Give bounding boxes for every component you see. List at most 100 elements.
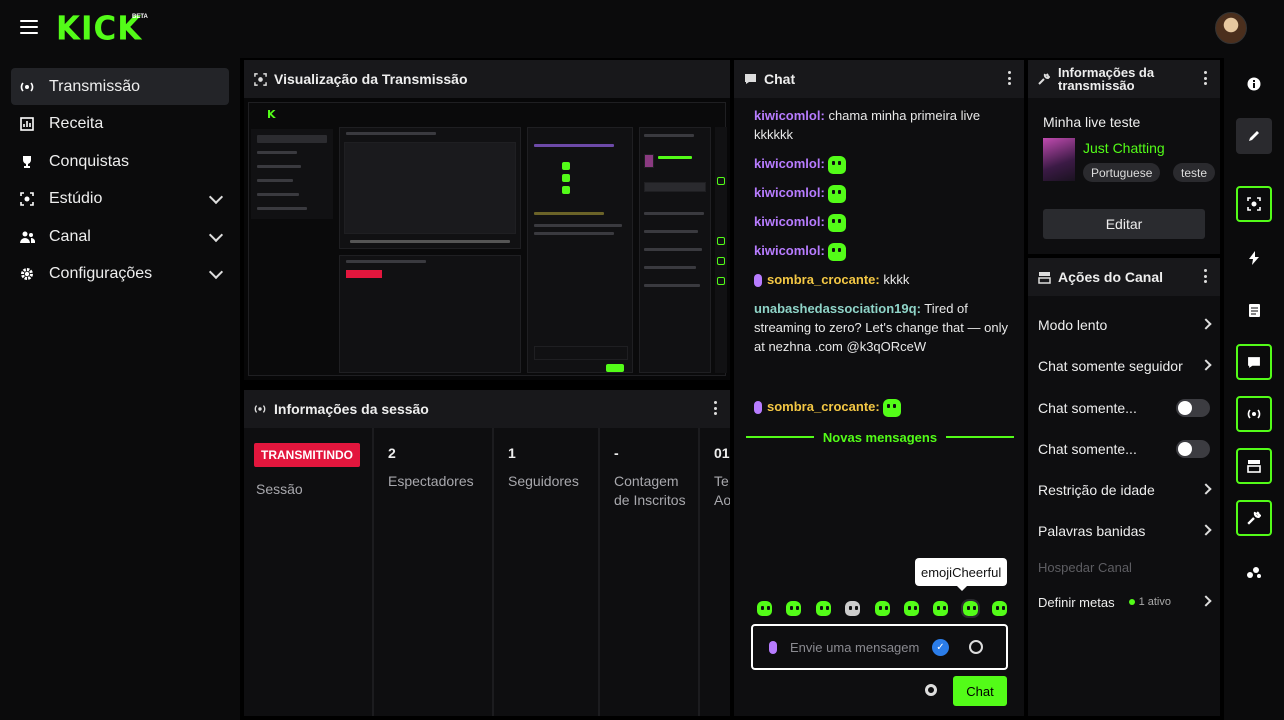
chevron-down-icon[interactable]	[208, 264, 224, 280]
chat-username[interactable]: unabashedassociation19q	[754, 301, 917, 316]
notes-icon[interactable]	[1236, 292, 1272, 328]
chat-input[interactable]	[790, 639, 930, 655]
emote-icon[interactable]	[845, 600, 861, 616]
chat-username[interactable]: kiwicomlol	[754, 214, 820, 229]
camera-icon[interactable]	[1236, 186, 1272, 222]
sidebar-item-label: Conquistas	[49, 152, 130, 170]
sidebar-item-label: Transmissão	[49, 77, 140, 95]
sidebar-item-receita[interactable]: Receita	[11, 105, 229, 142]
cut-value: 01	[714, 445, 730, 461]
action-label: Restrição de idade	[1038, 482, 1155, 498]
wrench-icon[interactable]	[1236, 500, 1272, 536]
sidebar-item-label: Configurações	[49, 264, 153, 282]
chat-username[interactable]: kiwicomlol	[754, 185, 820, 200]
stream-preview[interactable]: K	[244, 98, 730, 380]
emote-icon[interactable]	[874, 600, 890, 616]
emote-icon[interactable]	[815, 600, 831, 616]
status-badge: TRANSMITINDO	[254, 443, 360, 467]
toggle-switch[interactable]	[1176, 399, 1210, 417]
emote-icon	[828, 184, 847, 203]
chat-settings-icon[interactable]	[925, 684, 937, 696]
chevron-down-icon[interactable]	[208, 189, 224, 205]
lightning-icon[interactable]	[1236, 240, 1272, 276]
chat-message: sombra_crocante: kkkk	[754, 270, 1009, 289]
session-header: Informações da sessão	[244, 390, 730, 428]
action-set-goals[interactable]: Definir metas 1 ativo	[1038, 592, 1212, 612]
chat-icon[interactable]	[1236, 344, 1272, 380]
chat-message: unabashedassociation19q: Tired of stream…	[754, 301, 1008, 354]
sidebar-item-transmissao[interactable]: Transmissão	[11, 68, 229, 105]
action-label: Chat somente...	[1038, 400, 1137, 416]
emoji-picker-icon[interactable]	[969, 640, 983, 654]
apps-icon[interactable]	[1236, 554, 1272, 590]
preview-mini-sidebar	[251, 129, 333, 219]
menu-icon[interactable]	[20, 20, 38, 34]
session-menu-icon[interactable]	[714, 401, 718, 415]
chat-input-box[interactable]: ✓	[751, 624, 1008, 670]
sidebar-item-estudio[interactable]: Estúdio	[11, 180, 229, 217]
chevron-right-icon	[1200, 524, 1212, 536]
sidebar-item-label: Canal	[49, 227, 91, 245]
mic-icon[interactable]	[769, 640, 777, 654]
layout-icon[interactable]	[1236, 448, 1272, 484]
emote-icon[interactable]	[903, 600, 919, 616]
user-avatar[interactable]	[1215, 12, 1247, 44]
chart-icon	[19, 116, 35, 132]
broadcast-icon[interactable]	[1236, 396, 1272, 432]
actions-icon	[1037, 270, 1051, 284]
followers-label: Seguidores	[508, 473, 579, 489]
status-label: Sessão	[256, 481, 303, 497]
category-link[interactable]: Just Chatting	[1083, 140, 1165, 156]
emote-cheerful-icon[interactable]	[960, 598, 980, 618]
chat-menu-icon[interactable]	[1008, 71, 1012, 85]
chat-username[interactable]: kiwicomlol	[754, 243, 820, 258]
emote-icon[interactable]	[757, 600, 772, 616]
chat-message: kiwicomlol:	[754, 154, 1009, 174]
channel-actions-title: Ações do Canal	[1058, 269, 1164, 285]
action-label: Chat somente seguidor	[1038, 358, 1183, 374]
sidebar-item-canal[interactable]: Canal	[11, 218, 229, 255]
stream-title: Minha live teste	[1043, 114, 1141, 130]
action-slow-mode[interactable]: Modo lento	[1038, 315, 1212, 335]
chevron-right-icon	[1200, 359, 1212, 371]
sidebar-item-configuracoes[interactable]: Configurações	[11, 255, 229, 292]
action-age-restriction[interactable]: Restrição de idade	[1038, 480, 1212, 500]
users-icon	[19, 229, 35, 245]
chevron-right-icon	[1200, 318, 1212, 330]
emote-icon[interactable]	[933, 600, 949, 616]
chevron-down-icon[interactable]	[208, 227, 224, 243]
action-chat-only-1[interactable]: Chat somente...	[1038, 398, 1210, 418]
stream-info-panel: Informações da transmissão Minha live te…	[1028, 60, 1220, 254]
channel-actions-menu-icon[interactable]	[1204, 269, 1208, 283]
chat-username[interactable]: kiwicomlol	[754, 108, 820, 123]
edit-button[interactable]: Editar	[1043, 209, 1205, 239]
chat-message: sombra_crocante:	[754, 397, 1009, 417]
subs-value: -	[614, 445, 619, 461]
wrench-icon	[1037, 72, 1051, 86]
toggle-switch[interactable]	[1176, 440, 1210, 458]
emote-icon[interactable]	[992, 600, 1007, 616]
chat-title: Chat	[764, 71, 796, 87]
viewers-value: 2	[388, 445, 396, 461]
kick-logo[interactable]: KICK	[56, 10, 142, 48]
info-icon[interactable]	[1236, 66, 1272, 102]
broadcast-icon	[19, 79, 35, 95]
stream-info-menu-icon[interactable]	[1204, 71, 1208, 85]
new-messages-label: Novas mensagens	[822, 429, 938, 445]
action-chat-only-2[interactable]: Chat somente...	[1038, 439, 1210, 459]
chat-send-button[interactable]: Chat	[953, 676, 1007, 706]
chat-username[interactable]: sombra_crocante	[767, 272, 875, 287]
action-label: Definir metas	[1038, 594, 1115, 610]
pencil-icon[interactable]	[1236, 118, 1272, 154]
cut-col: 01 Te Ao	[700, 428, 730, 716]
mic-badge-icon	[754, 274, 762, 288]
chat-username[interactable]: kiwicomlol	[754, 156, 820, 171]
chat-panel: Chat kiwicomlol: chama minha primeira li…	[734, 60, 1024, 716]
action-banned-words[interactable]: Palavras banidas	[1038, 521, 1212, 541]
emote-icon[interactable]	[786, 600, 802, 616]
action-followers-only[interactable]: Chat somente seguidor	[1038, 356, 1212, 376]
sidebar-item-conquistas[interactable]: Conquistas	[11, 143, 229, 180]
sidebar: Transmissão Receita Conquistas Estúdio C…	[0, 58, 240, 720]
chat-username[interactable]: sombra_crocante	[767, 399, 875, 414]
viewers-label: Espectadores	[388, 473, 474, 489]
